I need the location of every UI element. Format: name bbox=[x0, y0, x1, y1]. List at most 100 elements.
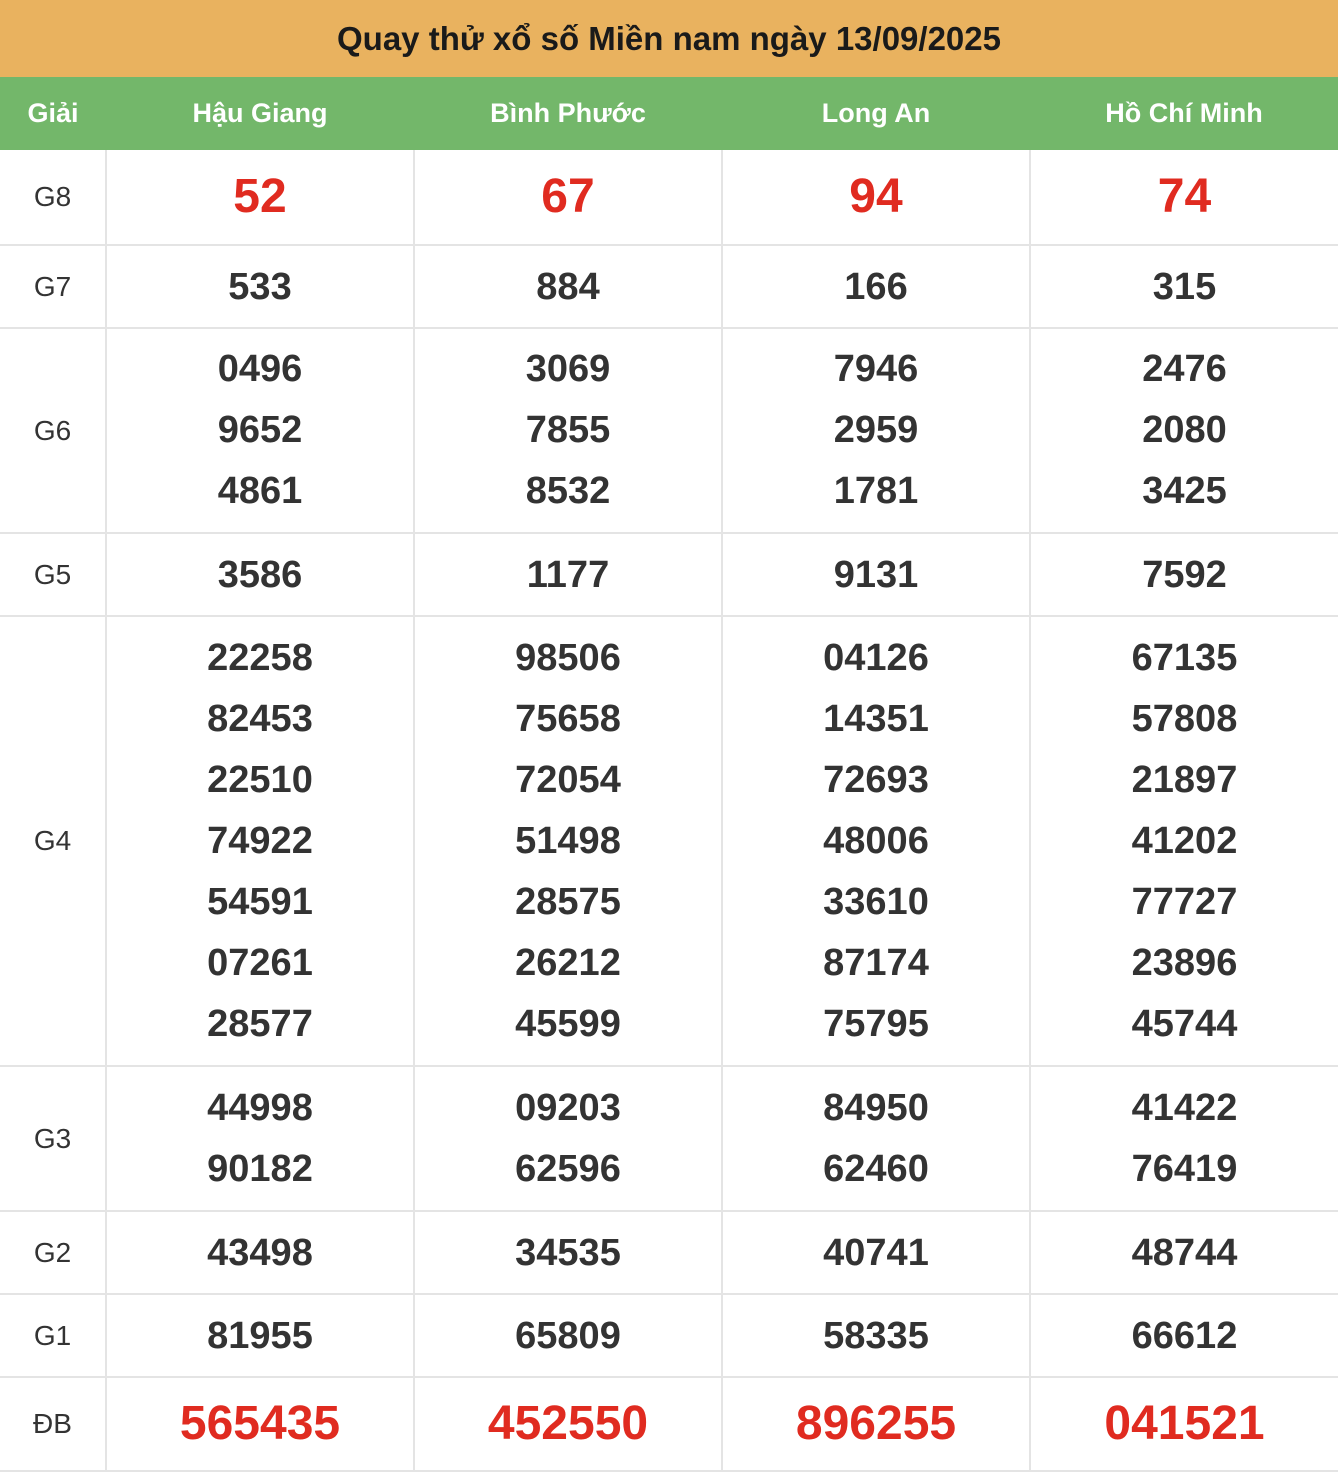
result-cell: 166 bbox=[721, 244, 1031, 329]
prize-label: G3 bbox=[0, 1065, 107, 1212]
result-number: 07261 bbox=[207, 941, 313, 984]
g8-number: 74 bbox=[1157, 170, 1212, 223]
result-cell: 3586 bbox=[105, 532, 415, 617]
result-number: 57808 bbox=[1131, 697, 1238, 740]
result-number: 72693 bbox=[823, 758, 929, 801]
prize-row: G6 0496 9652 4861 3069 7855 8532 7946 2959 1781 24… bbox=[0, 327, 1338, 534]
result-number: 67135 bbox=[1131, 636, 1238, 679]
special-prize-number: 041521 bbox=[1104, 1397, 1265, 1450]
result-number: 43498 bbox=[207, 1231, 313, 1274]
result-number: 81955 bbox=[207, 1314, 313, 1357]
result-cell: 09203 62596 bbox=[413, 1065, 723, 1212]
result-number: 48744 bbox=[1131, 1231, 1238, 1274]
result-cell: 1177 bbox=[413, 532, 723, 617]
result-cell: 565435 bbox=[105, 1376, 415, 1472]
province-header-long-an: Long An bbox=[722, 77, 1030, 150]
result-number: 75795 bbox=[823, 1002, 929, 1045]
result-number: 40741 bbox=[823, 1231, 929, 1274]
result-number: 2476 bbox=[1142, 348, 1227, 390]
result-number: 90182 bbox=[207, 1147, 313, 1190]
special-prize-number: 565435 bbox=[179, 1397, 341, 1450]
result-number: 1781 bbox=[833, 470, 919, 512]
prize-row: ĐB 565435 452550 896255 041521 bbox=[0, 1376, 1338, 1472]
result-number: 84950 bbox=[823, 1086, 929, 1129]
result-cell: 44998 90182 bbox=[105, 1065, 415, 1212]
result-number: 33610 bbox=[823, 880, 929, 923]
result-number: 7592 bbox=[1142, 553, 1227, 596]
prize-label: G1 bbox=[0, 1293, 107, 1378]
prize-row: G3 44998 90182 09203 62596 84950 62460 41422 764… bbox=[0, 1065, 1338, 1212]
result-number: 66612 bbox=[1131, 1314, 1238, 1357]
result-number: 0496 bbox=[217, 348, 303, 390]
result-number: 72054 bbox=[515, 758, 621, 801]
result-cell: 66612 bbox=[1029, 1293, 1338, 1378]
result-number: 315 bbox=[1152, 265, 1217, 308]
province-header-hau-giang: Hậu Giang bbox=[106, 77, 414, 150]
result-number: 884 bbox=[536, 265, 600, 308]
lottery-results-table: Giải Hậu Giang Bình Phước Long An Hồ Chí… bbox=[0, 77, 1338, 1472]
result-number: 62460 bbox=[823, 1147, 929, 1190]
prize-row: G2 43498 34535 40741 48744 bbox=[0, 1210, 1338, 1295]
header-row: Giải Hậu Giang Bình Phước Long An Hồ Chí… bbox=[0, 77, 1338, 150]
result-number: 45599 bbox=[515, 1002, 621, 1045]
result-cell: 48744 bbox=[1029, 1210, 1338, 1295]
result-number: 34535 bbox=[515, 1231, 621, 1274]
result-number: 62596 bbox=[515, 1147, 621, 1190]
result-number: 09203 bbox=[515, 1086, 621, 1129]
prize-label: G8 bbox=[0, 150, 107, 246]
result-cell: 9131 bbox=[721, 532, 1031, 617]
result-number: 9131 bbox=[833, 553, 919, 596]
result-number: 533 bbox=[228, 265, 292, 308]
prize-label: G5 bbox=[0, 532, 107, 617]
result-number: 65809 bbox=[515, 1314, 621, 1357]
g8-number: 67 bbox=[541, 170, 595, 223]
result-number: 98506 bbox=[515, 636, 621, 679]
result-number: 74922 bbox=[207, 819, 313, 862]
prize-label: ĐB bbox=[0, 1376, 107, 1472]
result-cell: 533 bbox=[105, 244, 415, 329]
result-number: 77727 bbox=[1131, 880, 1238, 923]
result-number: 7855 bbox=[525, 409, 611, 451]
result-number: 166 bbox=[844, 265, 908, 308]
result-number: 48006 bbox=[823, 819, 929, 862]
result-cell: 7946 2959 1781 bbox=[721, 327, 1031, 534]
results-body: G8 52 67 94 74 G7 533 884 166 315 G6 0496 9652 4861 30… bbox=[0, 150, 1338, 1472]
result-cell: 041521 bbox=[1029, 1376, 1338, 1472]
result-cell: 3069 7855 8532 bbox=[413, 327, 723, 534]
special-prize-number: 896255 bbox=[795, 1397, 957, 1450]
result-number: 3425 bbox=[1142, 470, 1227, 512]
prize-row: G5 3586 1177 9131 7592 bbox=[0, 532, 1338, 617]
result-cell: 2476 2080 3425 bbox=[1029, 327, 1338, 534]
special-prize-number: 452550 bbox=[487, 1397, 649, 1450]
result-cell: 884 bbox=[413, 244, 723, 329]
result-number: 7946 bbox=[833, 348, 919, 390]
prize-label: G4 bbox=[0, 615, 107, 1067]
prize-column-header: Giải bbox=[0, 77, 106, 150]
result-number: 8532 bbox=[525, 470, 611, 512]
result-cell: 67135 57808 21897 41202 77727 23896 45744 bbox=[1029, 615, 1338, 1067]
result-number: 51498 bbox=[515, 819, 621, 862]
page-title: Quay thử xổ số Miền nam ngày 13/09/2025 bbox=[0, 0, 1338, 77]
result-number: 87174 bbox=[823, 941, 929, 984]
result-number: 2080 bbox=[1142, 409, 1227, 451]
result-cell: 81955 bbox=[105, 1293, 415, 1378]
result-number: 22258 bbox=[207, 636, 313, 679]
result-cell: 452550 bbox=[413, 1376, 723, 1472]
result-number: 26212 bbox=[515, 941, 621, 984]
result-number: 54591 bbox=[207, 880, 313, 923]
result-number: 21897 bbox=[1131, 758, 1238, 801]
result-number: 76419 bbox=[1131, 1147, 1238, 1190]
result-number: 45744 bbox=[1131, 1002, 1238, 1045]
result-cell: 315 bbox=[1029, 244, 1338, 329]
result-number: 22510 bbox=[207, 758, 313, 801]
result-number: 3586 bbox=[217, 553, 303, 596]
result-number: 28575 bbox=[515, 880, 621, 923]
result-cell: 52 bbox=[105, 150, 415, 246]
result-cell: 67 bbox=[413, 150, 723, 246]
result-cell: 34535 bbox=[413, 1210, 723, 1295]
result-cell: 04126 14351 72693 48006 33610 87174 75795 bbox=[721, 615, 1031, 1067]
result-number: 41422 bbox=[1131, 1086, 1238, 1129]
result-number: 4861 bbox=[217, 470, 303, 512]
province-header-binh-phuoc: Bình Phước bbox=[414, 77, 722, 150]
result-number: 23896 bbox=[1131, 941, 1238, 984]
